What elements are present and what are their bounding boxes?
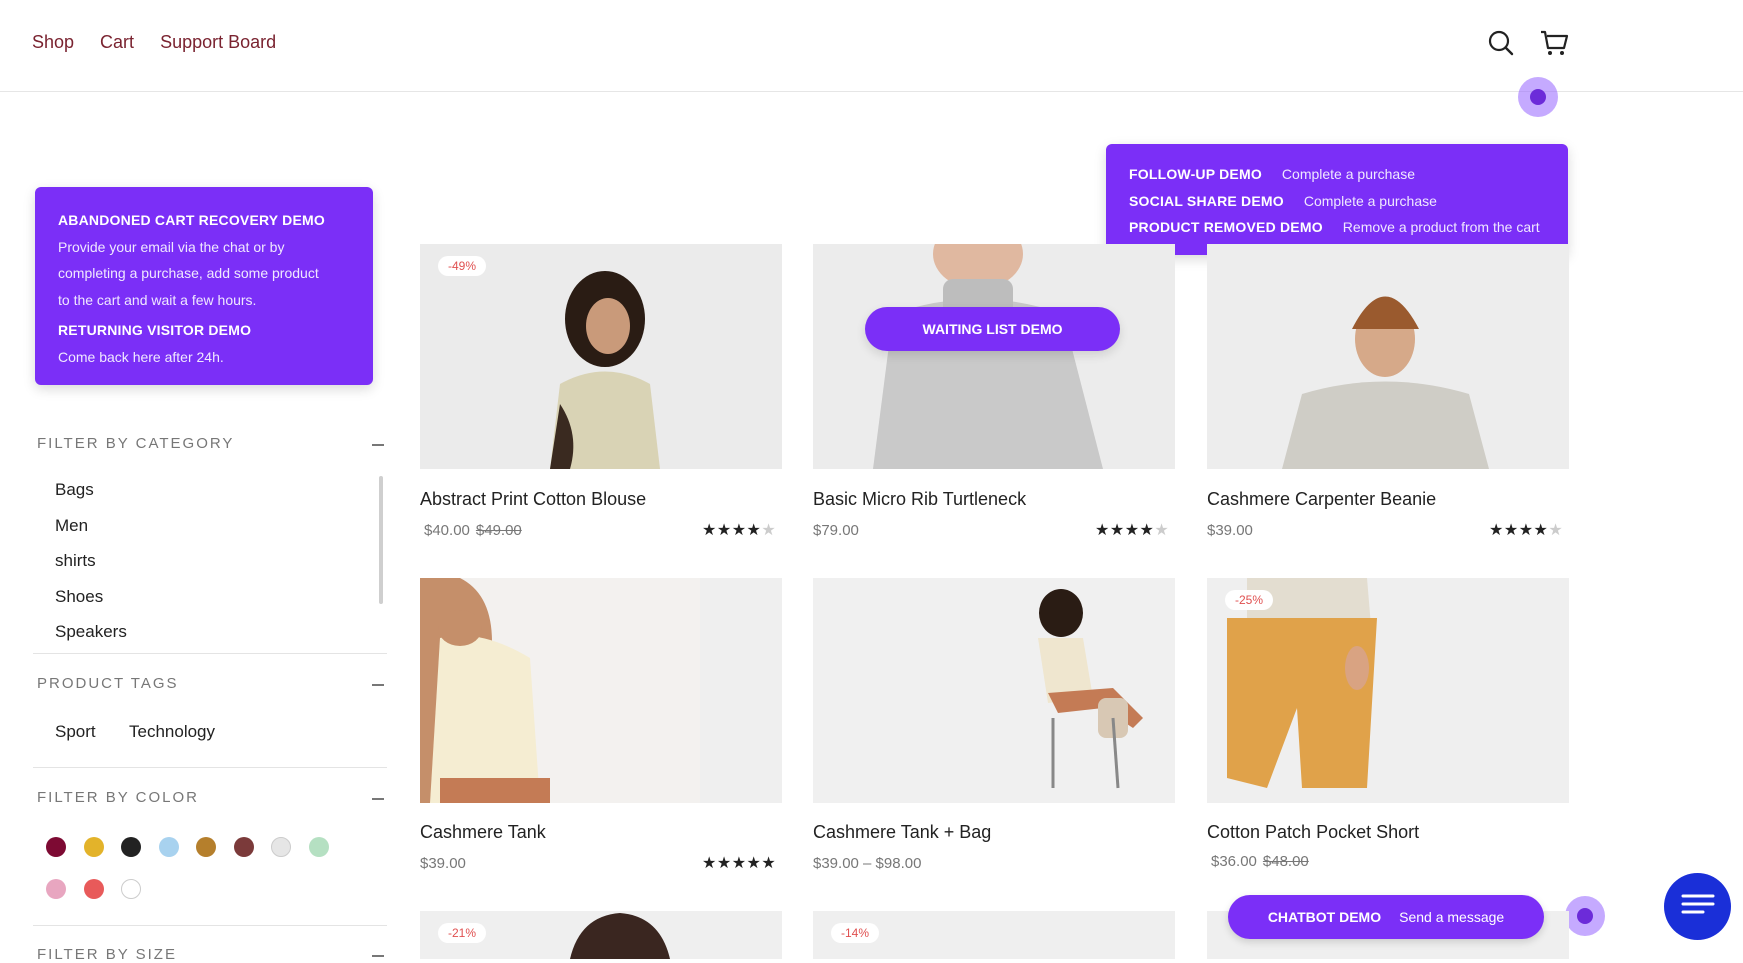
discount-badge: -25% xyxy=(1225,590,1274,610)
cart-icon[interactable] xyxy=(1539,28,1569,58)
filter-color-heading: FILTER BY COLOR xyxy=(37,789,199,806)
price-old: $48.00 xyxy=(1262,853,1309,870)
discount-badge: -49% xyxy=(438,256,487,276)
product-name[interactable]: Cashmere Tank xyxy=(420,822,546,843)
product-image[interactable]: -25% xyxy=(1207,578,1569,803)
chatbot-cta: Send a message xyxy=(1399,909,1505,925)
product-image[interactable] xyxy=(1207,244,1569,469)
product-image[interactable]: -14% xyxy=(813,911,1175,959)
demo-title: SOCIAL SHARE DEMO xyxy=(1129,192,1284,209)
tag-sport[interactable]: Sport xyxy=(55,722,96,742)
product-name[interactable]: Abstract Print Cotton Blouse xyxy=(420,489,646,510)
product-price: $40.00 $49.00 xyxy=(424,522,522,539)
collapse-icon[interactable] xyxy=(372,798,384,800)
collapse-icon[interactable] xyxy=(372,955,384,957)
filter-category-heading: FILTER BY CATEGORY xyxy=(37,435,235,452)
demo-row: PRODUCT REMOVED DEMO Remove a product fro… xyxy=(1129,214,1545,241)
main-nav: Shop Cart Support Board xyxy=(32,32,276,53)
nav-cart[interactable]: Cart xyxy=(100,32,134,53)
product-image[interactable] xyxy=(420,578,782,803)
demo-title: ABANDONED CART RECOVERY DEMO xyxy=(58,212,325,228)
product-name[interactable]: Cotton Patch Pocket Short xyxy=(1207,822,1419,843)
category-item[interactable]: Bags xyxy=(55,480,94,500)
demo-desc: Come back here after 24h. xyxy=(58,348,224,365)
category-item[interactable]: Shoes xyxy=(55,587,103,607)
chat-menu-icon xyxy=(1681,892,1715,921)
color-swatch[interactable] xyxy=(196,837,216,857)
chat-launcher-button[interactable] xyxy=(1664,873,1731,940)
product-name[interactable]: Cashmere Tank + Bag xyxy=(813,822,991,843)
color-swatch[interactable] xyxy=(46,879,66,899)
waiting-list-demo-button[interactable]: WAITING LIST DEMO xyxy=(865,307,1120,351)
product-image[interactable] xyxy=(813,244,1175,469)
product-price: $36.00 $48.00 xyxy=(1211,853,1309,870)
category-item[interactable]: Speakers xyxy=(55,622,127,642)
color-swatch[interactable] xyxy=(121,879,141,899)
chatbot-title: CHATBOT DEMO xyxy=(1267,909,1382,925)
tag-technology[interactable]: Technology xyxy=(129,722,215,742)
demo-title: RETURNING VISITOR DEMO xyxy=(58,322,252,338)
category-scrollbar[interactable] xyxy=(379,476,383,604)
demo-title: FOLLOW-UP DEMO xyxy=(1129,166,1262,183)
demo-hotspot-dot[interactable] xyxy=(1518,77,1558,117)
filter-size-heading: FILTER BY SIZE xyxy=(37,946,177,963)
rating-stars: ★★★★★ xyxy=(702,855,777,872)
rating-stars: ★★★★★ xyxy=(1095,522,1170,539)
color-swatch[interactable] xyxy=(308,837,329,857)
product-tags-heading: PRODUCT TAGS xyxy=(37,675,179,692)
nav-support-board[interactable]: Support Board xyxy=(160,32,276,53)
demo-row: SOCIAL SHARE DEMO Complete a purchase xyxy=(1129,188,1545,215)
product-image[interactable] xyxy=(813,578,1175,803)
category-item[interactable]: Men xyxy=(55,516,88,536)
search-icon[interactable] xyxy=(1486,28,1516,58)
product-price: $79.00 xyxy=(813,522,859,539)
demo-desc: Remove a product from the cart xyxy=(1342,219,1540,236)
price-old: $49.00 xyxy=(475,522,522,539)
product-price: $39.00 xyxy=(420,855,466,872)
demo-row: FOLLOW-UP DEMO Complete a purchase xyxy=(1129,161,1545,188)
abandoned-cart-demo-box: ABANDONED CART RECOVERY DEMO Provide you… xyxy=(35,187,373,385)
discount-badge: -21% xyxy=(438,923,487,943)
color-swatch[interactable] xyxy=(46,837,66,857)
color-swatch[interactable] xyxy=(121,837,141,857)
color-swatch[interactable] xyxy=(83,837,104,857)
color-swatch[interactable] xyxy=(271,837,291,857)
site-header: Shop Cart Support Board xyxy=(0,0,1743,92)
collapse-icon[interactable] xyxy=(372,444,384,446)
discount-badge: -14% xyxy=(831,923,880,943)
color-swatch[interactable] xyxy=(83,879,104,899)
category-item[interactable]: shirts xyxy=(55,551,96,571)
demo-desc: to the cart and wait a few hours. xyxy=(58,291,257,308)
demo-desc: Provide your email via the chat or by xyxy=(58,238,285,255)
product-image[interactable]: -21% xyxy=(420,911,782,959)
price-current: $36.00 xyxy=(1211,853,1257,870)
color-swatch[interactable] xyxy=(158,837,179,857)
price-current: $40.00 xyxy=(424,522,470,539)
collapse-icon[interactable] xyxy=(372,684,384,686)
color-swatch[interactable] xyxy=(233,837,254,857)
divider xyxy=(33,767,387,768)
product-price: $39.00 xyxy=(1207,522,1253,539)
product-name[interactable]: Cashmere Carpenter Beanie xyxy=(1207,489,1436,510)
demo-desc: completing a purchase, add some product xyxy=(58,265,319,281)
nav-shop[interactable]: Shop xyxy=(32,32,74,53)
divider xyxy=(33,925,387,926)
chatbot-demo-button[interactable]: CHATBOT DEMO Send a message xyxy=(1228,895,1544,939)
product-name[interactable]: Basic Micro Rib Turtleneck xyxy=(813,489,1026,510)
product-image[interactable]: -49% xyxy=(420,244,782,469)
divider xyxy=(33,653,387,654)
rating-stars: ★★★★★ xyxy=(702,522,777,539)
demo-desc: Complete a purchase xyxy=(1303,192,1437,209)
demo-hotspot-dot[interactable] xyxy=(1565,896,1605,936)
followup-demo-box: FOLLOW-UP DEMO Complete a purchase SOCIAL… xyxy=(1106,144,1568,255)
rating-stars: ★★★★★ xyxy=(1489,522,1564,539)
demo-desc: Complete a purchase xyxy=(1281,166,1415,183)
product-price: $39.00 – $98.00 xyxy=(813,855,922,872)
demo-title: PRODUCT REMOVED DEMO xyxy=(1129,219,1323,236)
